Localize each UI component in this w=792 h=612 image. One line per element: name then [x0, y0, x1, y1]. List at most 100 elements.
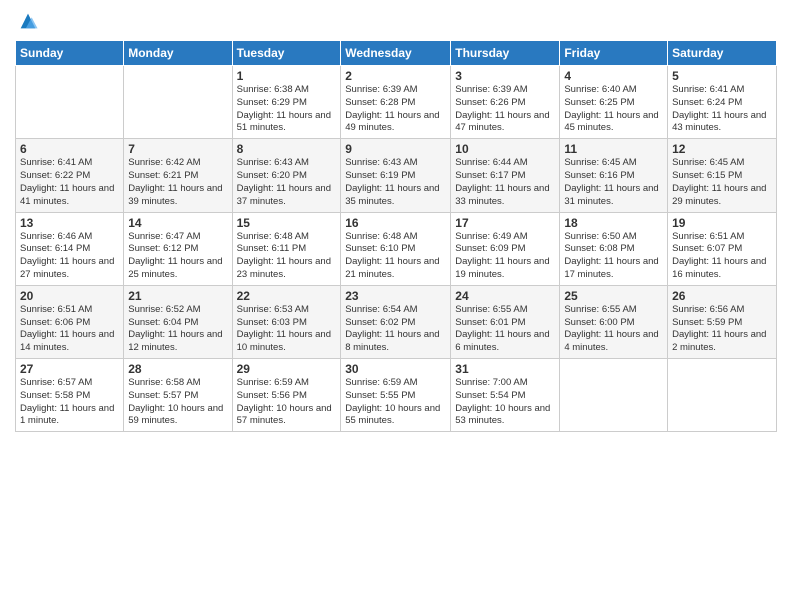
col-header-tuesday: Tuesday: [232, 41, 341, 66]
day-number: 15: [237, 216, 337, 230]
day-number: 9: [345, 142, 446, 156]
calendar-cell: 24Sunrise: 6:55 AM Sunset: 6:01 PM Dayli…: [451, 285, 560, 358]
day-number: 19: [672, 216, 772, 230]
day-number: 31: [455, 362, 555, 376]
day-info: Sunrise: 6:51 AM Sunset: 6:07 PM Dayligh…: [672, 231, 772, 282]
calendar-cell: 17Sunrise: 6:49 AM Sunset: 6:09 PM Dayli…: [451, 212, 560, 285]
day-number: 10: [455, 142, 555, 156]
calendar-cell: 11Sunrise: 6:45 AM Sunset: 6:16 PM Dayli…: [560, 139, 668, 212]
day-info: Sunrise: 6:48 AM Sunset: 6:10 PM Dayligh…: [345, 231, 446, 282]
day-number: 7: [128, 142, 227, 156]
day-info: Sunrise: 6:48 AM Sunset: 6:11 PM Dayligh…: [237, 231, 337, 282]
calendar-cell: 8Sunrise: 6:43 AM Sunset: 6:20 PM Daylig…: [232, 139, 341, 212]
day-info: Sunrise: 6:52 AM Sunset: 6:04 PM Dayligh…: [128, 304, 227, 355]
calendar-cell: 9Sunrise: 6:43 AM Sunset: 6:19 PM Daylig…: [341, 139, 451, 212]
calendar-cell: 16Sunrise: 6:48 AM Sunset: 6:10 PM Dayli…: [341, 212, 451, 285]
day-number: 8: [237, 142, 337, 156]
calendar-cell: 14Sunrise: 6:47 AM Sunset: 6:12 PM Dayli…: [124, 212, 232, 285]
calendar-table: SundayMondayTuesdayWednesdayThursdayFrid…: [15, 40, 777, 432]
day-number: 4: [564, 69, 663, 83]
header-row: SundayMondayTuesdayWednesdayThursdayFrid…: [16, 41, 777, 66]
day-number: 20: [20, 289, 119, 303]
calendar-cell: 23Sunrise: 6:54 AM Sunset: 6:02 PM Dayli…: [341, 285, 451, 358]
day-number: 13: [20, 216, 119, 230]
day-number: 6: [20, 142, 119, 156]
week-row-5: 27Sunrise: 6:57 AM Sunset: 5:58 PM Dayli…: [16, 359, 777, 432]
day-info: Sunrise: 6:45 AM Sunset: 6:16 PM Dayligh…: [564, 157, 663, 208]
day-info: Sunrise: 6:55 AM Sunset: 6:01 PM Dayligh…: [455, 304, 555, 355]
day-number: 5: [672, 69, 772, 83]
day-number: 17: [455, 216, 555, 230]
calendar-cell: 15Sunrise: 6:48 AM Sunset: 6:11 PM Dayli…: [232, 212, 341, 285]
calendar-cell: 28Sunrise: 6:58 AM Sunset: 5:57 PM Dayli…: [124, 359, 232, 432]
day-info: Sunrise: 6:55 AM Sunset: 6:00 PM Dayligh…: [564, 304, 663, 355]
day-number: 26: [672, 289, 772, 303]
day-info: Sunrise: 6:42 AM Sunset: 6:21 PM Dayligh…: [128, 157, 227, 208]
day-info: Sunrise: 6:41 AM Sunset: 6:22 PM Dayligh…: [20, 157, 119, 208]
day-info: Sunrise: 6:59 AM Sunset: 5:56 PM Dayligh…: [237, 377, 337, 428]
calendar-cell: [16, 66, 124, 139]
col-header-monday: Monday: [124, 41, 232, 66]
logo-icon: [17, 10, 39, 32]
calendar-cell: 27Sunrise: 6:57 AM Sunset: 5:58 PM Dayli…: [16, 359, 124, 432]
logo: [15, 10, 39, 32]
day-info: Sunrise: 6:57 AM Sunset: 5:58 PM Dayligh…: [20, 377, 119, 428]
day-info: Sunrise: 6:51 AM Sunset: 6:06 PM Dayligh…: [20, 304, 119, 355]
day-info: Sunrise: 6:43 AM Sunset: 6:20 PM Dayligh…: [237, 157, 337, 208]
day-info: Sunrise: 6:44 AM Sunset: 6:17 PM Dayligh…: [455, 157, 555, 208]
day-info: Sunrise: 6:58 AM Sunset: 5:57 PM Dayligh…: [128, 377, 227, 428]
col-header-sunday: Sunday: [16, 41, 124, 66]
calendar-cell: 25Sunrise: 6:55 AM Sunset: 6:00 PM Dayli…: [560, 285, 668, 358]
day-info: Sunrise: 6:46 AM Sunset: 6:14 PM Dayligh…: [20, 231, 119, 282]
header: [15, 10, 777, 32]
day-info: Sunrise: 6:59 AM Sunset: 5:55 PM Dayligh…: [345, 377, 446, 428]
calendar-cell: [560, 359, 668, 432]
day-number: 23: [345, 289, 446, 303]
day-number: 22: [237, 289, 337, 303]
day-number: 28: [128, 362, 227, 376]
week-row-4: 20Sunrise: 6:51 AM Sunset: 6:06 PM Dayli…: [16, 285, 777, 358]
calendar-cell: 1Sunrise: 6:38 AM Sunset: 6:29 PM Daylig…: [232, 66, 341, 139]
calendar-cell: 18Sunrise: 6:50 AM Sunset: 6:08 PM Dayli…: [560, 212, 668, 285]
calendar-cell: [124, 66, 232, 139]
day-number: 18: [564, 216, 663, 230]
calendar-cell: 10Sunrise: 6:44 AM Sunset: 6:17 PM Dayli…: [451, 139, 560, 212]
calendar-cell: 7Sunrise: 6:42 AM Sunset: 6:21 PM Daylig…: [124, 139, 232, 212]
calendar-cell: 21Sunrise: 6:52 AM Sunset: 6:04 PM Dayli…: [124, 285, 232, 358]
day-info: Sunrise: 7:00 AM Sunset: 5:54 PM Dayligh…: [455, 377, 555, 428]
day-number: 11: [564, 142, 663, 156]
day-number: 12: [672, 142, 772, 156]
day-number: 25: [564, 289, 663, 303]
day-number: 2: [345, 69, 446, 83]
day-number: 27: [20, 362, 119, 376]
col-header-thursday: Thursday: [451, 41, 560, 66]
day-number: 3: [455, 69, 555, 83]
col-header-friday: Friday: [560, 41, 668, 66]
calendar-cell: 20Sunrise: 6:51 AM Sunset: 6:06 PM Dayli…: [16, 285, 124, 358]
calendar-cell: [668, 359, 777, 432]
calendar-cell: 5Sunrise: 6:41 AM Sunset: 6:24 PM Daylig…: [668, 66, 777, 139]
col-header-wednesday: Wednesday: [341, 41, 451, 66]
day-info: Sunrise: 6:49 AM Sunset: 6:09 PM Dayligh…: [455, 231, 555, 282]
calendar-cell: 22Sunrise: 6:53 AM Sunset: 6:03 PM Dayli…: [232, 285, 341, 358]
day-number: 24: [455, 289, 555, 303]
day-info: Sunrise: 6:45 AM Sunset: 6:15 PM Dayligh…: [672, 157, 772, 208]
day-info: Sunrise: 6:43 AM Sunset: 6:19 PM Dayligh…: [345, 157, 446, 208]
day-info: Sunrise: 6:38 AM Sunset: 6:29 PM Dayligh…: [237, 84, 337, 135]
week-row-3: 13Sunrise: 6:46 AM Sunset: 6:14 PM Dayli…: [16, 212, 777, 285]
day-info: Sunrise: 6:39 AM Sunset: 6:26 PM Dayligh…: [455, 84, 555, 135]
page: SundayMondayTuesdayWednesdayThursdayFrid…: [0, 0, 792, 612]
day-info: Sunrise: 6:56 AM Sunset: 5:59 PM Dayligh…: [672, 304, 772, 355]
col-header-saturday: Saturday: [668, 41, 777, 66]
day-number: 16: [345, 216, 446, 230]
calendar-cell: 6Sunrise: 6:41 AM Sunset: 6:22 PM Daylig…: [16, 139, 124, 212]
day-number: 29: [237, 362, 337, 376]
calendar-cell: 12Sunrise: 6:45 AM Sunset: 6:15 PM Dayli…: [668, 139, 777, 212]
day-number: 30: [345, 362, 446, 376]
week-row-1: 1Sunrise: 6:38 AM Sunset: 6:29 PM Daylig…: [16, 66, 777, 139]
calendar-cell: 29Sunrise: 6:59 AM Sunset: 5:56 PM Dayli…: [232, 359, 341, 432]
day-info: Sunrise: 6:40 AM Sunset: 6:25 PM Dayligh…: [564, 84, 663, 135]
day-number: 14: [128, 216, 227, 230]
calendar-cell: 19Sunrise: 6:51 AM Sunset: 6:07 PM Dayli…: [668, 212, 777, 285]
calendar-cell: 4Sunrise: 6:40 AM Sunset: 6:25 PM Daylig…: [560, 66, 668, 139]
